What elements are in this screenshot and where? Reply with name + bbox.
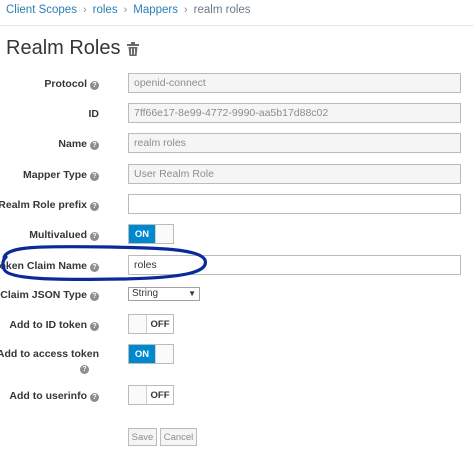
add-to-id-token-label: Add to ID token? xyxy=(9,318,99,332)
cancel-button[interactable]: Cancel xyxy=(160,428,197,446)
multivalued-row: Multivalued? ON xyxy=(0,224,473,252)
help-icon[interactable]: ? xyxy=(90,172,99,181)
dropdown-arrow-icon: ▼ xyxy=(188,289,196,298)
toggle-state: ON xyxy=(129,345,155,363)
breadcrumb-mappers[interactable]: Mappers xyxy=(133,4,178,16)
add-to-access-token-row: Add to access token ? ON xyxy=(0,344,473,378)
page-title-text: Realm Roles xyxy=(6,37,121,59)
save-button[interactable]: Save xyxy=(128,428,157,446)
multivalued-toggle[interactable]: ON xyxy=(128,224,174,244)
help-icon[interactable]: ? xyxy=(90,81,99,90)
name-row: Name? realm roles xyxy=(0,133,473,161)
add-to-access-token-toggle[interactable]: ON xyxy=(128,344,174,364)
protocol-row: Protocol? openid-connect xyxy=(0,73,473,101)
protocol-field: openid-connect xyxy=(128,73,461,93)
help-icon[interactable]: ? xyxy=(90,322,99,331)
breadcrumb-current: realm roles xyxy=(193,4,251,16)
name-label: Name? xyxy=(58,137,99,151)
toggle-state: OFF xyxy=(150,318,170,330)
breadcrumb-separator-icon: › xyxy=(184,4,188,16)
claim-json-type-row: Claim JSON Type? String ▼ xyxy=(0,287,473,315)
id-row: ID 7ff66e17-8e99-4772-9990-aa5b17d88c02 xyxy=(0,103,473,131)
breadcrumb-divider xyxy=(0,25,473,26)
add-to-access-token-label: Add to access token ? xyxy=(0,348,99,374)
toggle-state: OFF xyxy=(150,389,170,401)
realm-role-prefix-label: Realm Role prefix? xyxy=(0,198,99,212)
add-to-id-token-row: Add to ID token? OFF xyxy=(0,314,473,342)
help-icon[interactable]: ? xyxy=(80,365,89,374)
help-icon[interactable]: ? xyxy=(90,202,99,211)
toggle-knob xyxy=(129,315,147,333)
token-claim-name-input[interactable]: roles xyxy=(128,255,461,275)
help-icon[interactable]: ? xyxy=(90,232,99,241)
claim-json-type-label: Claim JSON Type? xyxy=(0,288,99,302)
help-icon[interactable]: ? xyxy=(90,393,99,402)
breadcrumb-separator-icon: › xyxy=(123,4,128,16)
toggle-knob xyxy=(155,345,173,363)
protocol-label: Protocol? xyxy=(44,77,99,91)
mapper-type-row: Mapper Type? User Realm Role xyxy=(0,164,473,192)
page-title: Realm Roles xyxy=(6,37,140,60)
add-to-userinfo-label: Add to userinfo? xyxy=(9,389,99,403)
add-to-userinfo-toggle[interactable]: OFF xyxy=(128,385,174,405)
help-icon[interactable]: ? xyxy=(90,141,99,150)
add-to-id-token-toggle[interactable]: OFF xyxy=(128,314,174,334)
mapper-type-label: Mapper Type? xyxy=(23,168,99,182)
claim-json-type-select[interactable]: String ▼ xyxy=(128,287,200,301)
realm-role-prefix-row: Realm Role prefix? xyxy=(0,194,473,222)
token-claim-name-row: Token Claim Name? roles xyxy=(0,255,473,283)
breadcrumb: Client Scopes › roles › Mappers › realm … xyxy=(6,4,251,16)
claim-json-type-value: String xyxy=(132,288,159,299)
multivalued-label: Multivalued? xyxy=(29,228,99,242)
token-claim-name-label: Token Claim Name? xyxy=(0,259,99,273)
add-to-userinfo-row: Add to userinfo? OFF xyxy=(0,385,473,413)
id-field: 7ff66e17-8e99-4772-9990-aa5b17d88c02 xyxy=(128,103,461,123)
breadcrumb-roles[interactable]: roles xyxy=(93,4,118,16)
breadcrumb-separator-icon: › xyxy=(82,4,87,16)
mapper-type-field: User Realm Role xyxy=(128,164,461,184)
name-field: realm roles xyxy=(128,133,461,153)
toggle-state: ON xyxy=(129,225,155,243)
toggle-knob xyxy=(129,386,147,404)
id-label: ID xyxy=(88,108,100,120)
toggle-knob xyxy=(155,225,173,243)
help-icon[interactable]: ? xyxy=(90,292,99,301)
breadcrumb-client-scopes[interactable]: Client Scopes xyxy=(6,4,77,16)
trash-icon[interactable] xyxy=(127,41,140,56)
help-icon[interactable]: ? xyxy=(90,263,99,272)
realm-role-prefix-input[interactable] xyxy=(128,194,461,214)
